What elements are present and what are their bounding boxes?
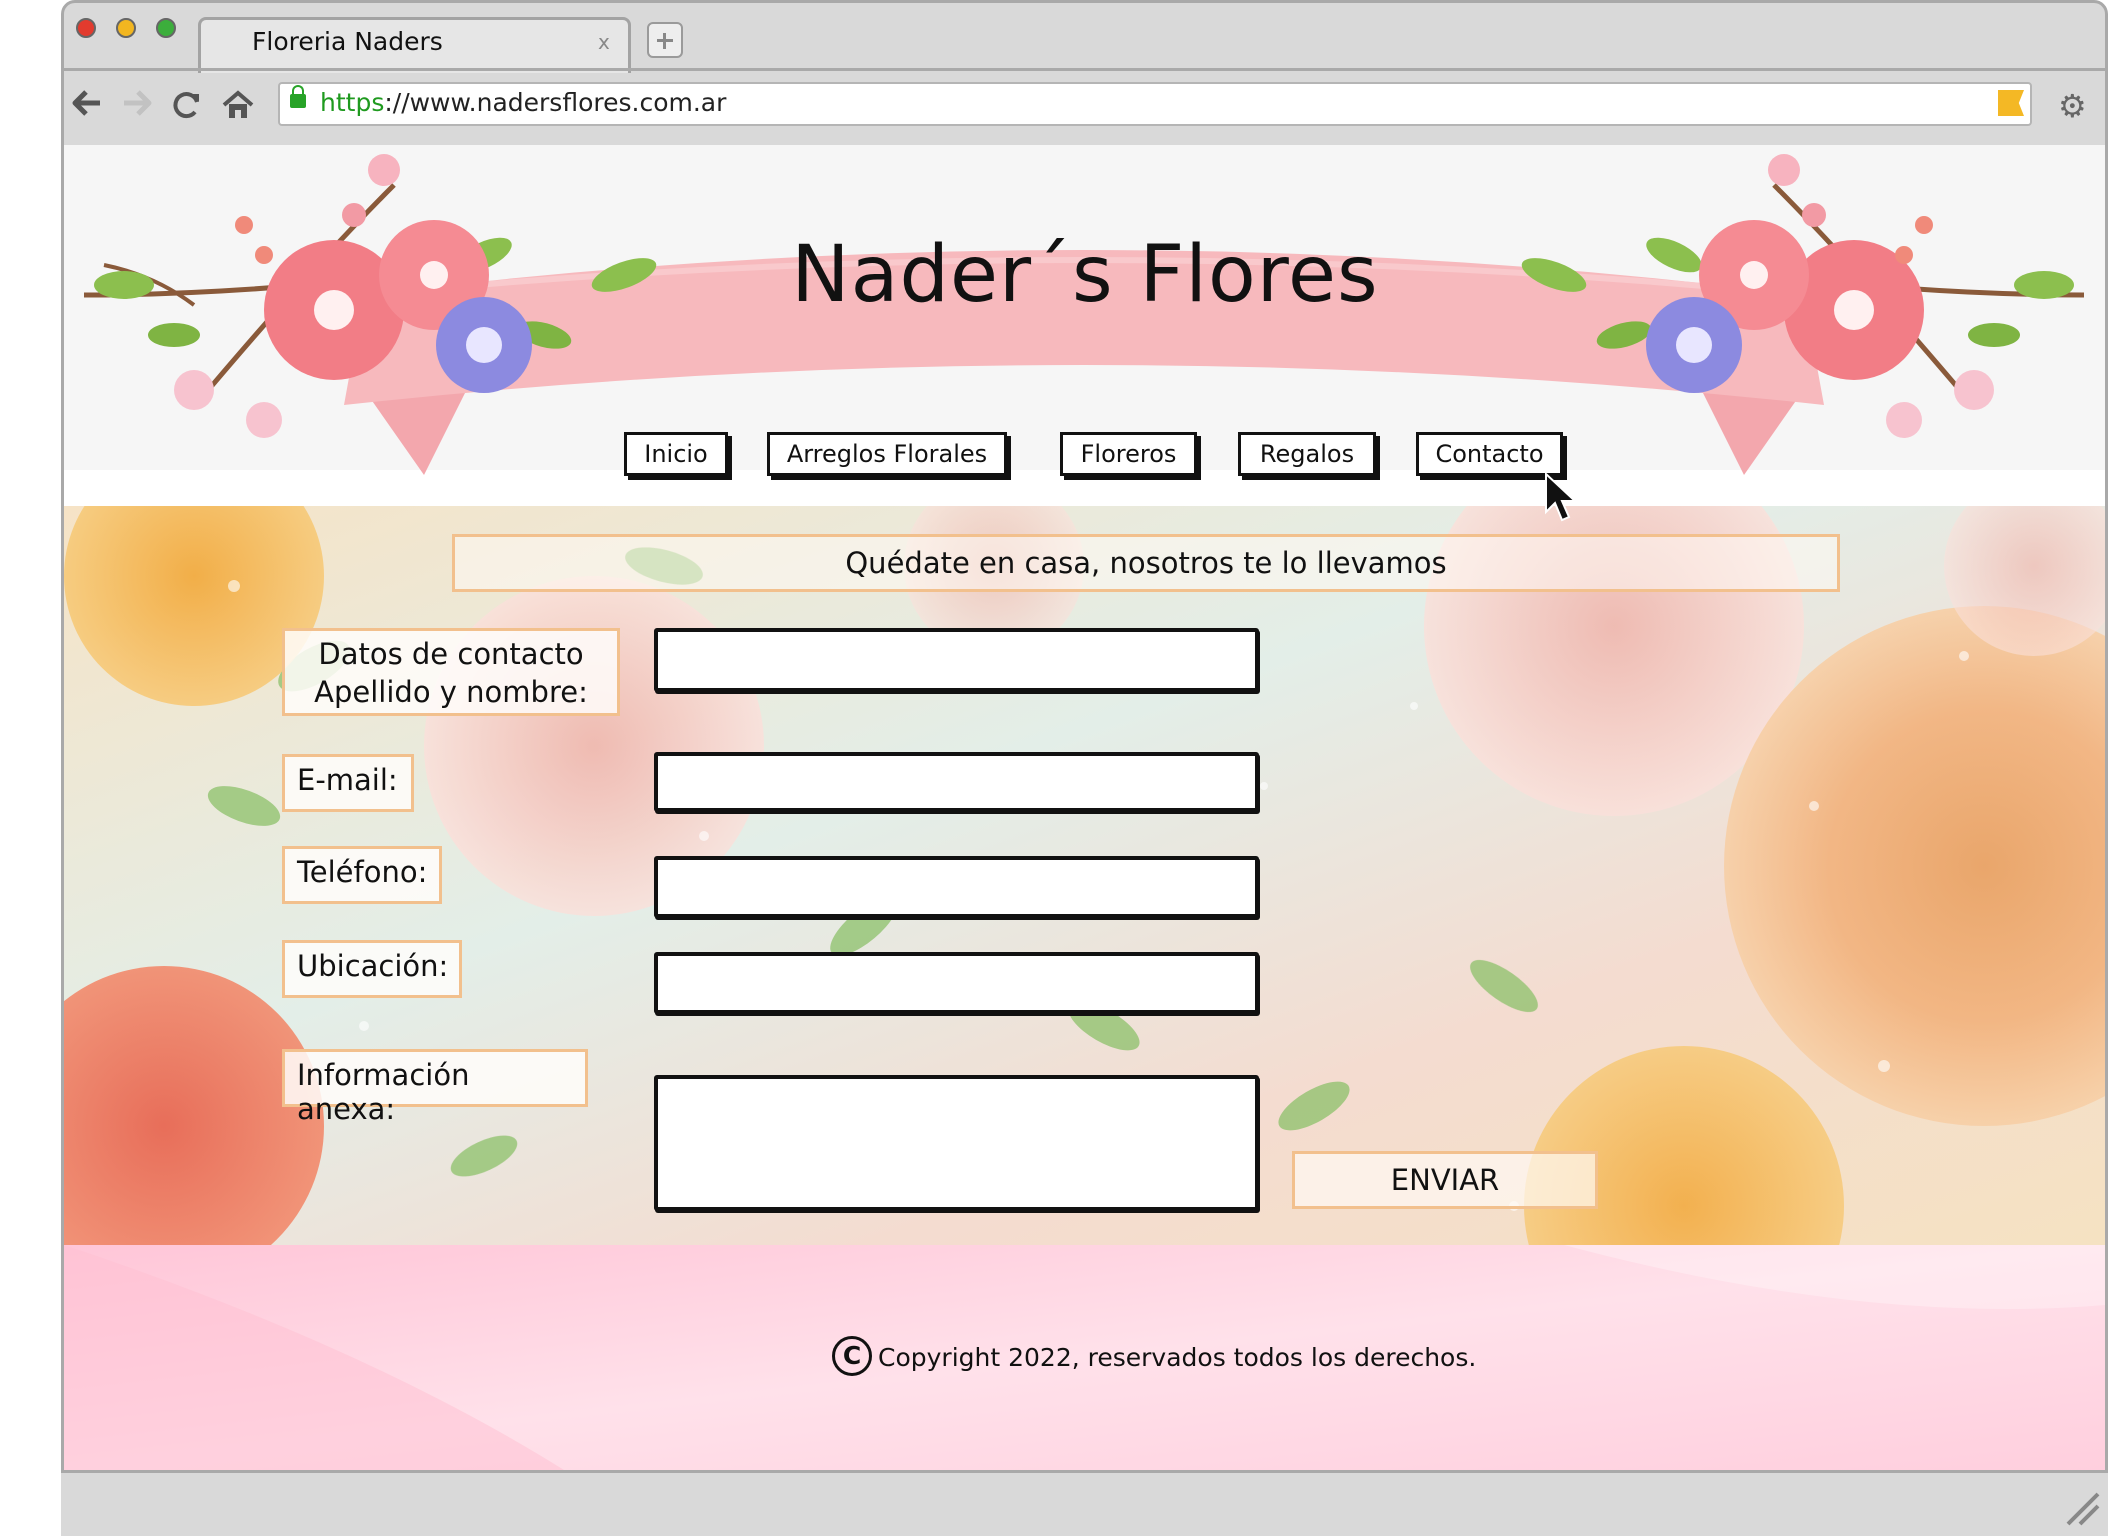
tab-title: Floreria Naders xyxy=(252,27,443,56)
label-datos-contacto-line2: Apellido y nombre: xyxy=(314,675,588,709)
nav-inicio[interactable]: Inicio xyxy=(624,432,728,476)
browser-status-bar xyxy=(61,1470,2108,1536)
phone-input[interactable] xyxy=(654,856,1259,918)
close-window-button[interactable] xyxy=(76,18,96,38)
maximize-window-button[interactable] xyxy=(156,18,176,38)
tab-close-icon[interactable]: x xyxy=(598,30,610,54)
url-text[interactable]: https://www.nadersflores.com.ar xyxy=(320,88,726,117)
tab-strip-divider xyxy=(61,68,2108,71)
reload-icon[interactable] xyxy=(172,90,202,126)
resize-handle-icon[interactable] xyxy=(2062,1488,2102,1528)
forward-icon[interactable] xyxy=(122,88,152,124)
back-icon[interactable] xyxy=(72,88,102,124)
lock-icon xyxy=(290,85,306,108)
additional-info-textarea[interactable] xyxy=(654,1075,1259,1211)
copyright-icon: C xyxy=(832,1336,872,1376)
label-datos-contacto: Datos de contacto Apellido y nombre: xyxy=(282,628,620,716)
nav-arreglos-florales[interactable]: Arreglos Florales xyxy=(767,432,1007,476)
send-button[interactable]: ENVIAR xyxy=(1292,1151,1598,1209)
label-telefono: Teléfono: xyxy=(282,846,442,904)
label-ubicacion: Ubicación: xyxy=(282,940,462,998)
tagline: Quédate en casa, nosotros te lo llevamos xyxy=(452,534,1840,592)
new-tab-icon[interactable] xyxy=(647,22,683,58)
label-informacion-anexa: Información anexa: xyxy=(282,1049,588,1126)
nav-floreros[interactable]: Floreros xyxy=(1060,432,1197,476)
email-input[interactable] xyxy=(654,752,1259,812)
nav-regalos[interactable]: Regalos xyxy=(1238,432,1376,476)
home-icon[interactable] xyxy=(222,90,254,126)
url-scheme: https xyxy=(320,88,385,117)
location-input[interactable] xyxy=(654,952,1259,1014)
name-input[interactable] xyxy=(654,628,1259,692)
mouse-cursor-icon xyxy=(1545,472,1578,522)
url-rest: ://www.nadersflores.com.ar xyxy=(384,88,727,117)
label-datos-contacto-line1: Datos de contacto xyxy=(318,637,584,671)
nav-contacto[interactable]: Contacto xyxy=(1416,432,1563,476)
gear-icon[interactable]: ⚙ xyxy=(2058,90,2087,122)
copyright-text: Copyright 2022, reservados todos los der… xyxy=(878,1343,1477,1372)
label-email: E-mail: xyxy=(282,754,414,812)
site-title: Nader´s Flores xyxy=(791,230,1379,320)
minimize-window-button[interactable] xyxy=(116,18,136,38)
